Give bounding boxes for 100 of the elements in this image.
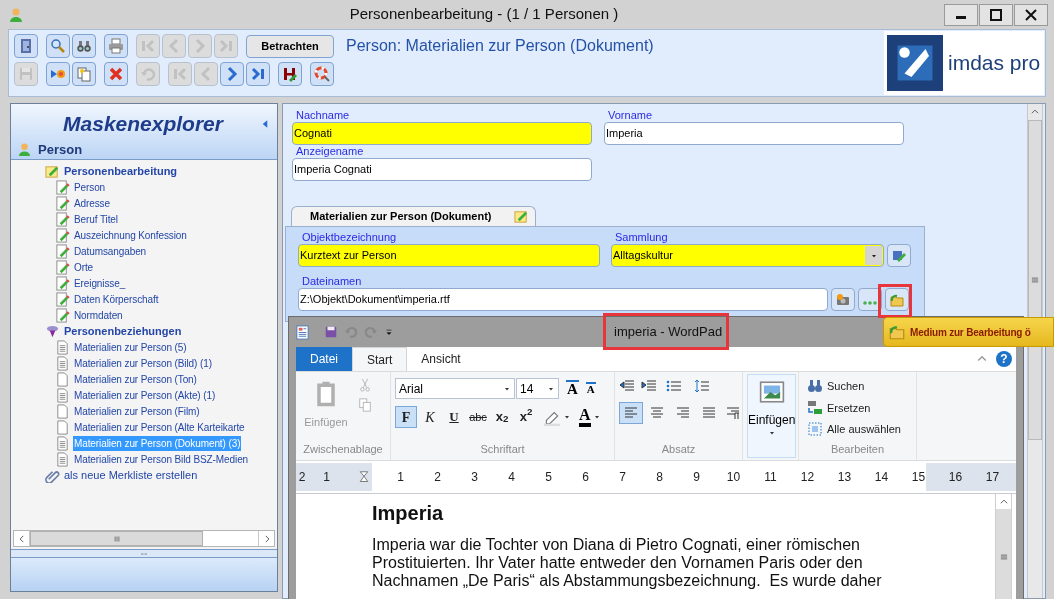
tree-item[interactable]: Datumsangaben [73, 243, 148, 259]
tree-item[interactable]: Auszeichnung Konfession [73, 227, 188, 243]
undo-icon [140, 66, 156, 82]
document-icon [55, 435, 70, 451]
ribbon-tab[interactable]: Datei [296, 347, 352, 371]
field-label: Nachname [295, 109, 351, 122]
edit-document-icon [55, 243, 70, 259]
group-label: Zwischenablage [302, 441, 384, 457]
toolbar-button[interactable] [72, 34, 96, 58]
skip-first-icon [140, 38, 156, 54]
toolbar-button[interactable] [46, 34, 70, 58]
font-dropdown[interactable]: Arial [395, 378, 515, 399]
toolbar-button[interactable] [220, 62, 244, 86]
select-all-icon [807, 421, 823, 438]
toolbar-button[interactable] [278, 62, 302, 86]
edit-command[interactable]: Suchen [807, 378, 901, 395]
tree-item[interactable]: Materialien zur Person (Bild) (1) [73, 355, 213, 371]
edit-command[interactable]: Alle auswählen [807, 421, 901, 438]
caret-down-icon [767, 429, 776, 437]
edit-command[interactable]: Ersetzen [807, 399, 901, 416]
document-icon [55, 387, 70, 403]
close-button[interactable] [1014, 3, 1048, 26]
tree-item[interactable]: Beruf Titel [73, 211, 119, 227]
format-button[interactable]: abc [467, 406, 489, 428]
notepad-pencil-icon [514, 209, 529, 224]
format-button[interactable]: U [443, 406, 465, 428]
toolbar-button[interactable] [104, 62, 128, 86]
ruler-number: 7 [619, 469, 626, 486]
edit-document-icon [55, 275, 70, 291]
edit-document-icon [55, 291, 70, 307]
customize-icon [384, 327, 394, 337]
ruler-number: 15 [911, 469, 926, 486]
window-title: imperia - WordPad [614, 323, 723, 342]
size-dropdown[interactable]: 14 [516, 378, 559, 399]
ribbon-tab[interactable]: Start [352, 347, 408, 371]
camera-button[interactable] [831, 288, 855, 311]
minimize-button[interactable] [944, 3, 978, 26]
grow-font-button[interactable]: A [566, 380, 579, 397]
format-button[interactable]: x$_{2}$ [491, 406, 513, 428]
help-button[interactable]: ? [996, 351, 1012, 367]
input-field[interactable]: Cognati [292, 122, 592, 145]
save-icon [18, 66, 34, 82]
input-field[interactable]: Imperia [604, 122, 904, 145]
splitter[interactable] [11, 549, 277, 558]
tree-item[interactable]: Materialien zur Person (Ton) [73, 371, 198, 387]
tree-item[interactable]: Materialien zur Person Bild BSZ-Medien [73, 451, 250, 467]
scroll-up-button[interactable] [996, 494, 1011, 510]
tree-item[interactable]: als neue Merkliste erstellen [64, 466, 198, 484]
toolbar-button[interactable] [310, 62, 334, 86]
tree-item[interactable]: Materialien zur Person (5) [73, 339, 188, 355]
copy-icon [358, 398, 372, 412]
tree-item[interactable]: Person [73, 179, 107, 195]
tree-item[interactable]: Adresse [73, 195, 111, 211]
blank-page-icon [55, 371, 70, 387]
maximize-button[interactable] [979, 3, 1013, 26]
font-color-button[interactable]: A [579, 407, 591, 427]
form-tab[interactable]: Materialien zur Person (Dokument) [291, 206, 536, 226]
shrink-font-button[interactable]: A [585, 382, 596, 395]
align-left-icon [623, 405, 639, 421]
tree-item[interactable]: Orte [73, 259, 95, 275]
dropdown-field[interactable]: Alltagskultur [611, 244, 884, 267]
format-button[interactable]: F [395, 406, 417, 428]
ruler-number: 14 [874, 469, 889, 486]
ruler-number: 6 [582, 469, 589, 486]
open-media-button[interactable] [885, 288, 909, 311]
scroll-thumb[interactable] [996, 509, 1011, 599]
view-button[interactable]: Betrachten [246, 34, 334, 58]
toolbar-button[interactable] [104, 34, 128, 58]
delete-icon [108, 66, 124, 82]
insert-button[interactable]: Einfügen [747, 374, 797, 458]
align-button[interactable] [619, 402, 643, 424]
minimize-icon [956, 16, 966, 19]
tree-item[interactable]: Normdaten [73, 307, 124, 323]
tree-item[interactable]: Personenbeziehungen [64, 322, 182, 340]
toolbar-button[interactable] [14, 34, 38, 58]
format-button[interactable]: x$^{2}$ [515, 406, 537, 428]
input-field[interactable]: Z:\Objekt\Dokument\imperia.rtf [298, 288, 828, 311]
lifebuoy-icon [314, 66, 330, 82]
format-button[interactable]: K [419, 406, 441, 428]
tree-item[interactable]: Materialien zur Person (Alte Karteikarte [73, 419, 246, 435]
tree-item[interactable]: Daten Körperschaft [73, 291, 160, 307]
edit-document-icon [55, 195, 70, 211]
toolbar-button[interactable] [46, 62, 70, 86]
binoculars-icon [76, 38, 92, 54]
ruler-number: 2 [434, 469, 441, 486]
tree-item[interactable]: Ereignisse_ [73, 275, 127, 291]
tree-item[interactable]: Personenbearbeitung [64, 162, 178, 180]
justify-icon [701, 405, 717, 421]
input-field[interactable]: Kurztext zur Person [298, 244, 600, 267]
tree-item[interactable]: Materialien zur Person (Akte) (1) [73, 387, 217, 403]
toolbar-button[interactable] [246, 62, 270, 86]
ruler-number: 10 [726, 469, 741, 486]
input-field[interactable]: Imperia Cognati [292, 158, 592, 181]
field-label: Vorname [607, 109, 654, 122]
tree-item[interactable]: Materialien zur Person (Film) [73, 403, 201, 419]
edit-document-icon [55, 227, 70, 243]
scroll-thumb[interactable] [30, 531, 203, 546]
edit-document-icon [55, 259, 70, 275]
edit-button[interactable] [887, 244, 911, 267]
dots-icon [863, 301, 877, 305]
